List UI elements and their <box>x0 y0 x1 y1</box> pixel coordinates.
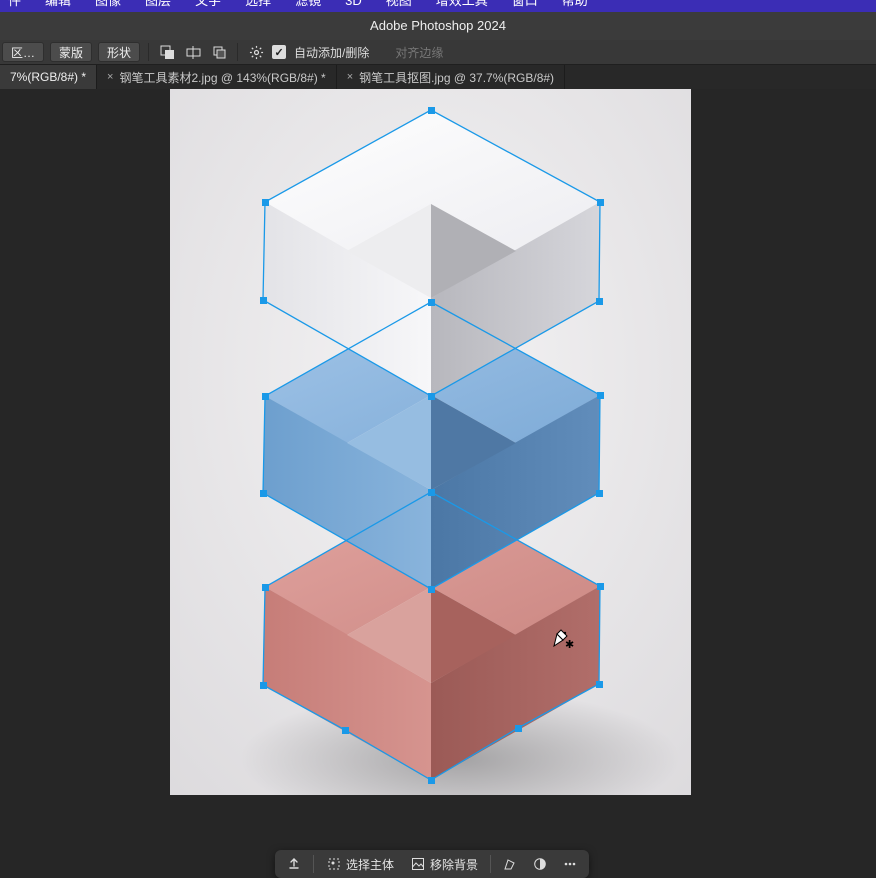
menu-select[interactable]: 选择 <box>245 0 271 7</box>
window-title: Adobe Photoshop 2024 <box>0 12 876 40</box>
region-button[interactable]: 区… <box>2 42 44 62</box>
menu-file[interactable]: 件 <box>8 0 21 7</box>
separator <box>237 43 238 61</box>
path-arrange-icon[interactable] <box>209 42 229 62</box>
menu-view[interactable]: 视图 <box>386 0 412 7</box>
close-tab-icon[interactable]: × <box>107 71 113 83</box>
transform-icon[interactable] <box>499 855 521 873</box>
document-tab-label: 7%(RGB/8#) * <box>10 70 86 84</box>
document-tab[interactable]: × 钢笔工具素材2.jpg @ 143%(RGB/8#) * <box>97 65 337 89</box>
menu-layer[interactable]: 图层 <box>145 0 171 7</box>
menu-image[interactable]: 图像 <box>95 0 121 7</box>
document-tab[interactable]: × 钢笔工具抠图.jpg @ 37.7%(RGB/8#) <box>337 65 565 89</box>
document-tab-label: 钢笔工具素材2.jpg @ 143%(RGB/8#) * <box>119 69 325 86</box>
auto-add-remove-checkbox[interactable]: ✓ <box>272 45 286 59</box>
select-subject-icon <box>326 857 341 872</box>
contextual-action-bar: 选择主体 移除背景 <box>275 850 589 878</box>
menu-plugins[interactable]: 增效工具 <box>436 0 488 7</box>
gear-icon[interactable] <box>246 42 266 62</box>
separator <box>490 855 491 873</box>
document-tab[interactable]: 7%(RGB/8#) * <box>0 65 97 89</box>
options-bar: 区… 蒙版 形状 ✓ 自动添加/删除 对齐边缘 <box>0 40 876 65</box>
adjust-icon[interactable] <box>529 855 551 873</box>
shape-mode-button[interactable]: 形状 <box>98 42 140 62</box>
upload-icon[interactable] <box>283 855 305 873</box>
document-tab-label: 钢笔工具抠图.jpg @ 37.7%(RGB/8#) <box>359 69 554 86</box>
menu-filter[interactable]: 滤镜 <box>295 0 321 7</box>
canvas[interactable] <box>170 89 691 795</box>
align-edges-label: 对齐边缘 <box>395 44 443 61</box>
select-subject-button[interactable]: 选择主体 <box>322 854 398 875</box>
more-icon[interactable] <box>559 855 581 873</box>
auto-add-remove-label: 自动添加/删除 <box>294 44 369 61</box>
select-subject-label: 选择主体 <box>346 856 394 873</box>
close-tab-icon[interactable]: × <box>347 71 353 83</box>
separator <box>313 855 314 873</box>
remove-bg-icon <box>410 857 425 872</box>
menu-edit[interactable]: 编辑 <box>45 0 71 7</box>
work-area[interactable]: ✱ 选择主体 移除背景 <box>0 89 876 834</box>
menu-window[interactable]: 窗口 <box>512 0 538 7</box>
document-tabs: 7%(RGB/8#) * × 钢笔工具素材2.jpg @ 143%(RGB/8#… <box>0 65 876 89</box>
path-align-icon[interactable] <box>183 42 203 62</box>
menu-3d[interactable]: 3D <box>345 0 362 7</box>
menu-bar: 件 编辑 图像 图层 文字 选择 滤镜 3D 视图 增效工具 窗口 帮助 <box>0 0 876 12</box>
menu-type[interactable]: 文字 <box>195 0 221 7</box>
menu-help[interactable]: 帮助 <box>562 0 588 7</box>
remove-bg-label: 移除背景 <box>430 856 478 873</box>
path-combine-icon[interactable] <box>157 42 177 62</box>
mask-mode-button[interactable]: 蒙版 <box>50 42 92 62</box>
separator <box>148 43 149 61</box>
remove-background-button[interactable]: 移除背景 <box>406 854 482 875</box>
